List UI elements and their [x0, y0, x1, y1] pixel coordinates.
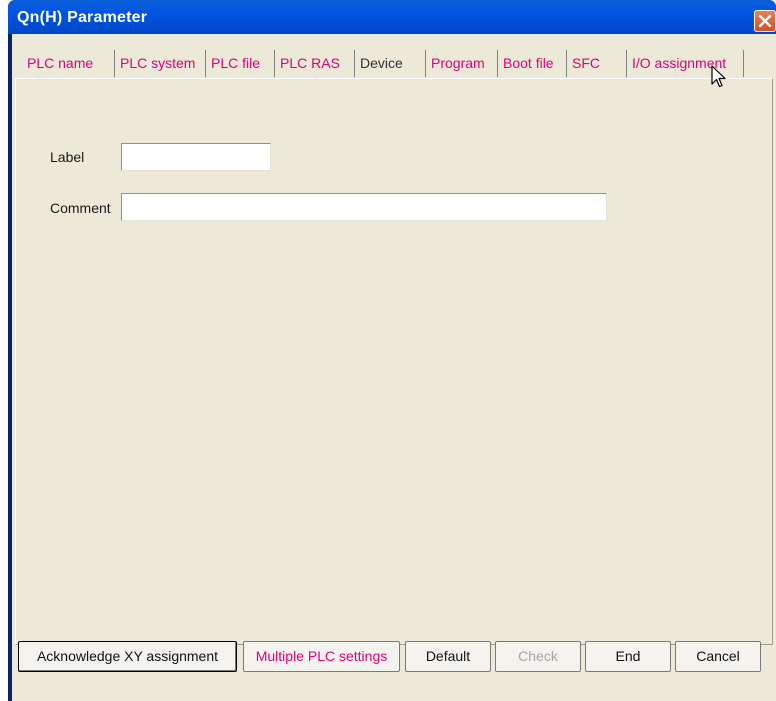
title-bar[interactable]: Qn(H) Parameter — [8, 0, 776, 34]
close-button[interactable] — [754, 10, 776, 32]
mouse-pointer-icon — [711, 65, 726, 88]
cancel-button[interactable]: Cancel — [675, 641, 761, 672]
tab-plc-name[interactable]: PLC name — [22, 50, 118, 77]
label-caption: Label — [50, 149, 85, 165]
dialog-client-area: PLC name PLC system PLC file PLC RAS Dev… — [12, 34, 776, 701]
tab-device[interactable]: Device — [354, 50, 420, 77]
label-input[interactable] — [121, 143, 271, 171]
tab-sfc[interactable]: SFC — [566, 50, 616, 77]
check-button: Check — [495, 641, 581, 672]
default-button[interactable]: Default — [405, 641, 491, 672]
close-icon — [758, 14, 772, 28]
comment-input[interactable] — [121, 193, 607, 221]
end-button[interactable]: End — [585, 641, 671, 672]
comment-caption: Comment — [50, 200, 111, 216]
tab-plc-system[interactable]: PLC system — [114, 50, 206, 77]
tab-strip: PLC name PLC system PLC file PLC RAS Dev… — [12, 50, 776, 77]
tab-boot-file[interactable]: Boot file — [497, 50, 565, 77]
tab-program[interactable]: Program — [425, 50, 495, 77]
tab-plc-file[interactable]: PLC file — [205, 50, 273, 77]
parameter-window: Qn(H) Parameter PLC name PLC system PLC … — [8, 0, 776, 701]
tab-strip-end-divider — [743, 50, 744, 77]
tab-plc-ras[interactable]: PLC RAS — [274, 50, 354, 77]
acknowledge-xy-assignment-button[interactable]: Acknowledge XY assignment — [18, 641, 237, 672]
multiple-plc-settings-button[interactable]: Multiple PLC settings — [243, 641, 400, 672]
window-title: Qn(H) Parameter — [17, 9, 148, 26]
